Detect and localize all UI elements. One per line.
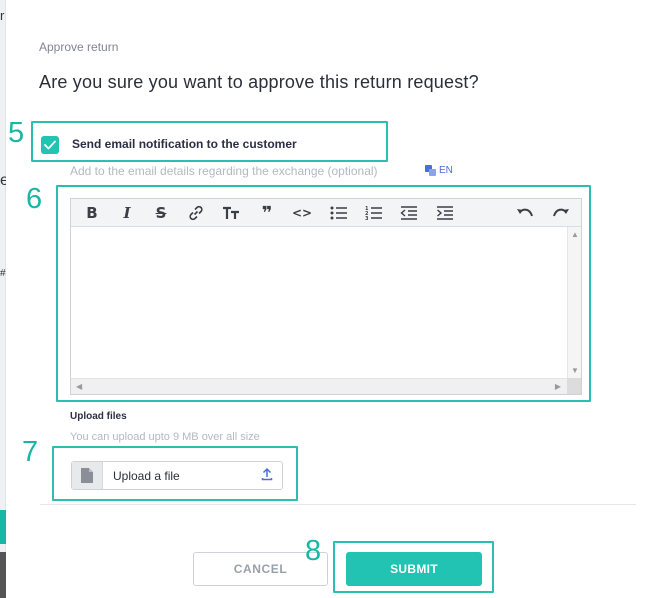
callout-number-upload: 7 [22, 436, 39, 468]
quote-icon[interactable]: ❞ [257, 203, 277, 224]
dialog-label: Approve return [39, 40, 119, 54]
scroll-down-icon[interactable]: ▼ [571, 366, 579, 375]
link-icon[interactable] [186, 203, 206, 223]
code-icon[interactable]: <> [292, 203, 312, 223]
background-edge-letter: # [0, 268, 6, 279]
editor-toolbar: B I S ❞ <> 123 [71, 199, 581, 227]
translate-icon [425, 165, 436, 176]
upload-file-label: Upload a file [113, 469, 180, 483]
dialog-question: Are you sure you want to approve this re… [39, 72, 479, 92]
outdent-icon[interactable] [399, 203, 419, 223]
rich-text-editor: B I S ❞ <> 123 ▲ ▼ ◀ ▶ [70, 198, 582, 395]
email-details-hint: Add to the email details regarding the e… [70, 164, 378, 178]
language-badge: EN [439, 165, 453, 176]
callout-number-editor: 6 [26, 183, 43, 215]
heading-icon[interactable] [221, 203, 241, 223]
submit-button[interactable]: SUBMIT [346, 552, 482, 586]
numbered-list-icon[interactable]: 123 [364, 203, 384, 223]
undo-icon[interactable] [515, 203, 535, 223]
indent-icon[interactable] [435, 203, 455, 223]
strikethrough-icon[interactable]: S [151, 203, 171, 223]
upload-size-hint: You can upload upto 9 MB over all size [70, 431, 260, 443]
bullet-list-icon[interactable] [329, 203, 349, 223]
background-edge-letter: r [0, 8, 5, 23]
file-icon [81, 468, 93, 483]
file-icon-container [72, 462, 103, 489]
redo-icon[interactable] [551, 203, 571, 223]
email-notification-label[interactable]: Send email notification to the customer [72, 137, 297, 151]
upload-file-button[interactable]: Upload a file [71, 461, 283, 490]
bold-icon[interactable]: B [82, 203, 102, 223]
email-details-textarea[interactable] [71, 227, 567, 378]
language-toggle[interactable]: EN [425, 165, 453, 176]
footer-divider [40, 504, 636, 505]
italic-icon[interactable]: I [117, 203, 137, 223]
svg-text:3: 3 [365, 216, 369, 220]
editor-vertical-scrollbar[interactable]: ▲ ▼ [567, 227, 581, 378]
scroll-right-icon[interactable]: ▶ [555, 382, 561, 391]
scroll-up-icon[interactable]: ▲ [571, 230, 579, 239]
checkmark-icon [44, 140, 56, 150]
scrollbar-corner [567, 378, 581, 394]
upload-icon [261, 467, 273, 481]
email-notification-checkbox[interactable] [41, 136, 59, 154]
callout-number-submit: 8 [305, 535, 322, 567]
upload-files-title: Upload files [70, 411, 127, 422]
callout-number-checkbox: 5 [8, 117, 25, 149]
scroll-left-icon[interactable]: ◀ [76, 382, 82, 391]
editor-horizontal-scrollbar[interactable]: ◀ ▶ [71, 378, 567, 394]
